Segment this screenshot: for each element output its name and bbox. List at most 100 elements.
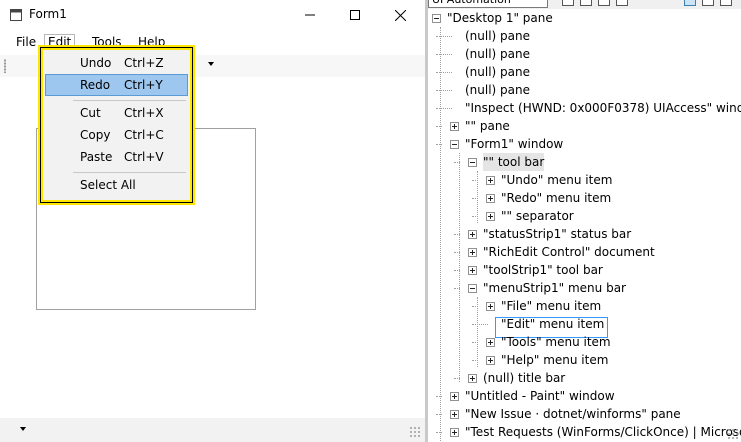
tree-connector xyxy=(459,153,460,382)
null-pane-node[interactable]: (null) pane xyxy=(465,63,530,81)
size-grip-icon[interactable] xyxy=(409,426,421,438)
redo-node[interactable]: "Redo" menu item xyxy=(501,189,611,207)
null-pane-node[interactable]: (null) pane xyxy=(465,45,530,63)
null-pane-node[interactable]: (null) pane xyxy=(465,27,530,45)
watch-focus-icon[interactable] xyxy=(702,0,714,6)
menu-item-label: Select All xyxy=(80,178,136,192)
menu-item-cut[interactable]: Cut Ctrl+X xyxy=(45,102,188,124)
status-bar-node[interactable]: "statusStrip1" status bar xyxy=(483,225,631,243)
close-icon xyxy=(394,9,406,21)
tree-connector xyxy=(454,270,460,271)
tree-connector xyxy=(472,306,478,307)
empty-pane-node[interactable]: "" pane xyxy=(465,117,510,135)
minimize-button[interactable] xyxy=(287,0,333,30)
menu-file[interactable]: File xyxy=(14,35,38,49)
title-bar-node[interactable]: (null) title bar xyxy=(483,369,565,387)
watch-cursor-icon[interactable] xyxy=(684,0,696,6)
menu-item-label: Undo xyxy=(80,56,112,70)
inspect-window-node[interactable]: "Inspect (HWND: 0x000F0378) UIAccess" wi… xyxy=(465,99,741,117)
expand-icon[interactable] xyxy=(486,356,495,365)
dropdown-arrow-icon[interactable] xyxy=(208,62,214,66)
tree-connector xyxy=(436,144,442,145)
tree-connector xyxy=(436,90,452,91)
undo-node[interactable]: "Undo" menu item xyxy=(501,171,612,189)
file-node[interactable]: "File" menu item xyxy=(501,297,601,315)
menu-item-paste[interactable]: Paste Ctrl+V xyxy=(45,146,188,168)
expand-icon[interactable] xyxy=(486,194,495,203)
menu-item-shortcut: Ctrl+V xyxy=(124,150,164,164)
status-strip xyxy=(0,418,425,442)
desktop-node[interactable]: "Desktop 1" pane xyxy=(447,9,553,27)
tools-node[interactable]: "Tools" menu item xyxy=(501,333,611,351)
expand-icon[interactable] xyxy=(468,230,477,239)
app-icon xyxy=(10,9,22,21)
tree-connector xyxy=(436,108,452,109)
copy-icon[interactable] xyxy=(580,0,592,6)
collapse-icon[interactable] xyxy=(450,140,459,149)
expand-icon[interactable] xyxy=(486,212,495,221)
expand-icon[interactable] xyxy=(486,302,495,311)
menustrip-node[interactable]: "menuStrip1" menu bar xyxy=(483,279,626,297)
menu-item-redo[interactable]: Redo Ctrl+Y xyxy=(45,74,188,96)
minimize-icon xyxy=(305,14,315,16)
expand-icon[interactable] xyxy=(450,392,459,401)
help-node[interactable]: "Help" menu item xyxy=(501,351,608,369)
expand-icon[interactable] xyxy=(486,338,495,347)
collapse-icon[interactable] xyxy=(432,14,441,23)
menu-item-shortcut: Ctrl+C xyxy=(124,128,164,142)
richedit-node[interactable]: "RichEdit Control" document xyxy=(483,243,655,261)
tool-bar-node[interactable]: "" tool bar xyxy=(483,153,545,171)
tree-connector xyxy=(472,324,488,325)
menu-item-shortcut: Ctrl+X xyxy=(124,106,164,120)
menu-separator xyxy=(73,172,186,173)
dropdown-arrow-icon[interactable] xyxy=(20,427,26,431)
form1-window-node[interactable]: "Form1" window xyxy=(465,135,563,153)
tree-connector xyxy=(436,414,442,415)
inspect-panel: UI Automation "Desktop 1" pane(null) pan… xyxy=(428,0,741,442)
menu-item-select-all[interactable]: Select All xyxy=(45,174,188,196)
expand-icon[interactable] xyxy=(450,410,459,419)
menu-item-shortcut: Ctrl+Y xyxy=(124,78,163,92)
new-issue-node[interactable]: "New Issue · dotnet/winforms" pane xyxy=(465,405,681,423)
menu-item-label: Paste xyxy=(80,150,113,164)
title-bar[interactable]: Form1 xyxy=(0,0,425,30)
expand-icon[interactable] xyxy=(450,428,459,437)
expand-icon[interactable] xyxy=(468,374,477,383)
edit-node[interactable]: "Edit" menu item xyxy=(501,315,604,333)
pointer-icon[interactable] xyxy=(720,0,732,6)
tree-connector xyxy=(436,36,452,37)
element-tree[interactable]: "Desktop 1" pane (null) pane (null) pane (n… xyxy=(428,9,741,442)
window-icon[interactable] xyxy=(598,0,610,6)
tree-connector xyxy=(436,432,442,433)
paint-window-node[interactable]: "Untitled - Paint" window xyxy=(465,387,615,405)
teams-node[interactable]: "Test Requests (WinForms/ClickOnce) | Mi… xyxy=(465,423,741,441)
tree-connector xyxy=(454,234,460,235)
tree-connector xyxy=(472,180,478,181)
toolstrip-node[interactable]: "toolStrip1" tool bar xyxy=(483,261,603,279)
close-button[interactable] xyxy=(377,0,423,30)
expand-icon[interactable] xyxy=(468,248,477,257)
expand-icon[interactable] xyxy=(450,122,459,131)
menu-item-label: Cut xyxy=(80,106,101,120)
maximize-button[interactable] xyxy=(332,0,378,30)
menu-item-undo[interactable]: Undo Ctrl+Z xyxy=(45,52,188,74)
expand-icon[interactable] xyxy=(468,266,477,275)
grip-icon[interactable] xyxy=(4,59,6,73)
null-pane-node[interactable]: (null) pane xyxy=(465,81,530,99)
expand-icon[interactable] xyxy=(486,176,495,185)
settings-icon[interactable] xyxy=(616,0,628,6)
menu-item-label: Copy xyxy=(80,128,111,142)
tree-connector xyxy=(472,198,478,199)
maximize-icon xyxy=(350,10,360,20)
highlight-icon[interactable] xyxy=(562,0,574,6)
tree-connector xyxy=(472,360,478,361)
tree-connector xyxy=(436,396,442,397)
menu-item-copy[interactable]: Copy Ctrl+C xyxy=(45,124,188,146)
collapse-icon[interactable] xyxy=(468,158,477,167)
mode-select[interactable]: UI Automation xyxy=(428,0,548,8)
separator-node[interactable]: "" separator xyxy=(501,207,574,225)
size-grip-icon[interactable] xyxy=(727,428,739,440)
tree-connector xyxy=(454,162,460,163)
menu-item-shortcut: Ctrl+Z xyxy=(124,56,164,70)
collapse-icon[interactable] xyxy=(468,284,477,293)
